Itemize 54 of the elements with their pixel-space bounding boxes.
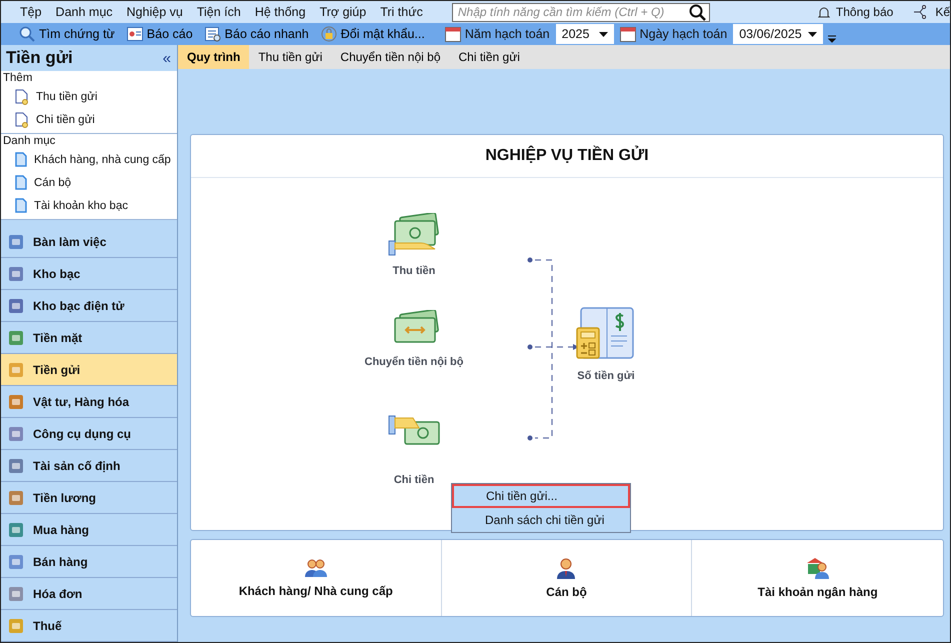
tab[interactable]: Thu tiền gửi xyxy=(249,45,332,69)
shortcut-link[interactable]: Cán bộ xyxy=(546,585,587,599)
collapse-button[interactable]: « xyxy=(162,50,171,66)
year-label: Năm hạch toán xyxy=(464,27,550,41)
sidebar-link[interactable]: Cán bộ xyxy=(1,171,177,194)
menu-item[interactable]: Danh sách chi tiền gửi xyxy=(452,508,630,532)
sidebar-link[interactable]: Thu tiền gửi xyxy=(1,85,177,108)
date-label: Ngày hạch toán xyxy=(640,27,728,41)
sidebar-link[interactable]: Chi tiền gửi xyxy=(1,108,177,131)
nav-item[interactable]: Bàn làm việc xyxy=(1,226,177,258)
menu-item[interactable]: Chi tiền gửi... xyxy=(452,484,630,508)
process-step-label[interactable]: Chuyển tiền nội bộ xyxy=(364,356,464,368)
shortcut-link[interactable]: Khách hàng/ Nhà cung cấp xyxy=(238,584,393,598)
nav-item[interactable]: Mua hàng xyxy=(1,514,177,546)
nav-item[interactable]: Tiền gửi xyxy=(1,354,177,386)
menu-item[interactable]: Tiện ích xyxy=(190,5,248,19)
panel-title: Tiền gửi xyxy=(6,48,73,68)
nav-item[interactable]: Kho bạc điện tử xyxy=(1,290,177,322)
sidebar-link[interactable]: Khách hàng, nhà cung cấp xyxy=(1,148,177,171)
nav-item[interactable]: Công cụ dụng cụ xyxy=(1,418,177,450)
menu-item[interactable]: Trợ giúp xyxy=(312,5,374,19)
process-step-label[interactable]: Thu tiền xyxy=(392,265,436,277)
tab[interactable]: Chuyển tiền nội bộ xyxy=(331,45,450,69)
sidebar-link[interactable]: Tài khoản kho bạc xyxy=(1,194,177,217)
menu-item[interactable]: Tri thức xyxy=(373,5,430,19)
menu-item[interactable]: Hệ thống xyxy=(248,5,313,19)
nav-item[interactable]: Bán hàng xyxy=(1,546,177,578)
toolbar-button[interactable]: Đổi mật khẩu... xyxy=(314,24,431,44)
process-step-label[interactable]: Chi tiền xyxy=(394,474,434,486)
connect-label[interactable]: Kế xyxy=(935,5,950,19)
toolbar-button[interactable]: Tìm chứng từ xyxy=(13,24,121,44)
shortcut-link[interactable]: Tài khoản ngân hàng xyxy=(758,585,878,599)
nav-item[interactable]: Thuế xyxy=(1,610,177,642)
process-step-label[interactable]: Số tiền gửi xyxy=(577,370,635,382)
nav-item[interactable]: Tiền lương xyxy=(1,482,177,514)
nav-item[interactable]: Vật tư, Hàng hóa xyxy=(1,386,177,418)
tab[interactable]: Chi tiền gửi xyxy=(450,45,529,69)
notification-label[interactable]: Thông báo xyxy=(836,5,894,19)
group-title: Thêm xyxy=(2,71,34,85)
nav-item[interactable]: Tài sản cố định xyxy=(1,450,177,482)
nav-item[interactable]: Tiền mặt xyxy=(1,322,177,354)
menu-item[interactable]: Nghiệp vụ xyxy=(120,5,190,19)
menu-item[interactable]: Danh mục xyxy=(48,5,120,19)
toolbar-button[interactable]: Báo cáo nhanh xyxy=(198,24,315,44)
card-title: NGHIỆP VỤ TIỀN GỬI xyxy=(191,135,943,178)
toolbar-button[interactable]: Báo cáo xyxy=(120,24,199,44)
menu-item[interactable]: Tệp xyxy=(13,5,49,19)
date-dropdown[interactable]: 03/06/2025 xyxy=(733,24,824,44)
search-field[interactable]: Nhập tính năng cần tìm kiếm (Ctrl + Q) xyxy=(452,2,710,22)
nav-item[interactable]: Kho bạc xyxy=(1,258,177,290)
tab[interactable]: Quy trình xyxy=(178,45,250,69)
group-title: Danh mục xyxy=(2,134,56,148)
year-dropdown[interactable]: 2025 xyxy=(556,24,614,44)
nav-item[interactable]: Hóa đơn xyxy=(1,578,177,610)
